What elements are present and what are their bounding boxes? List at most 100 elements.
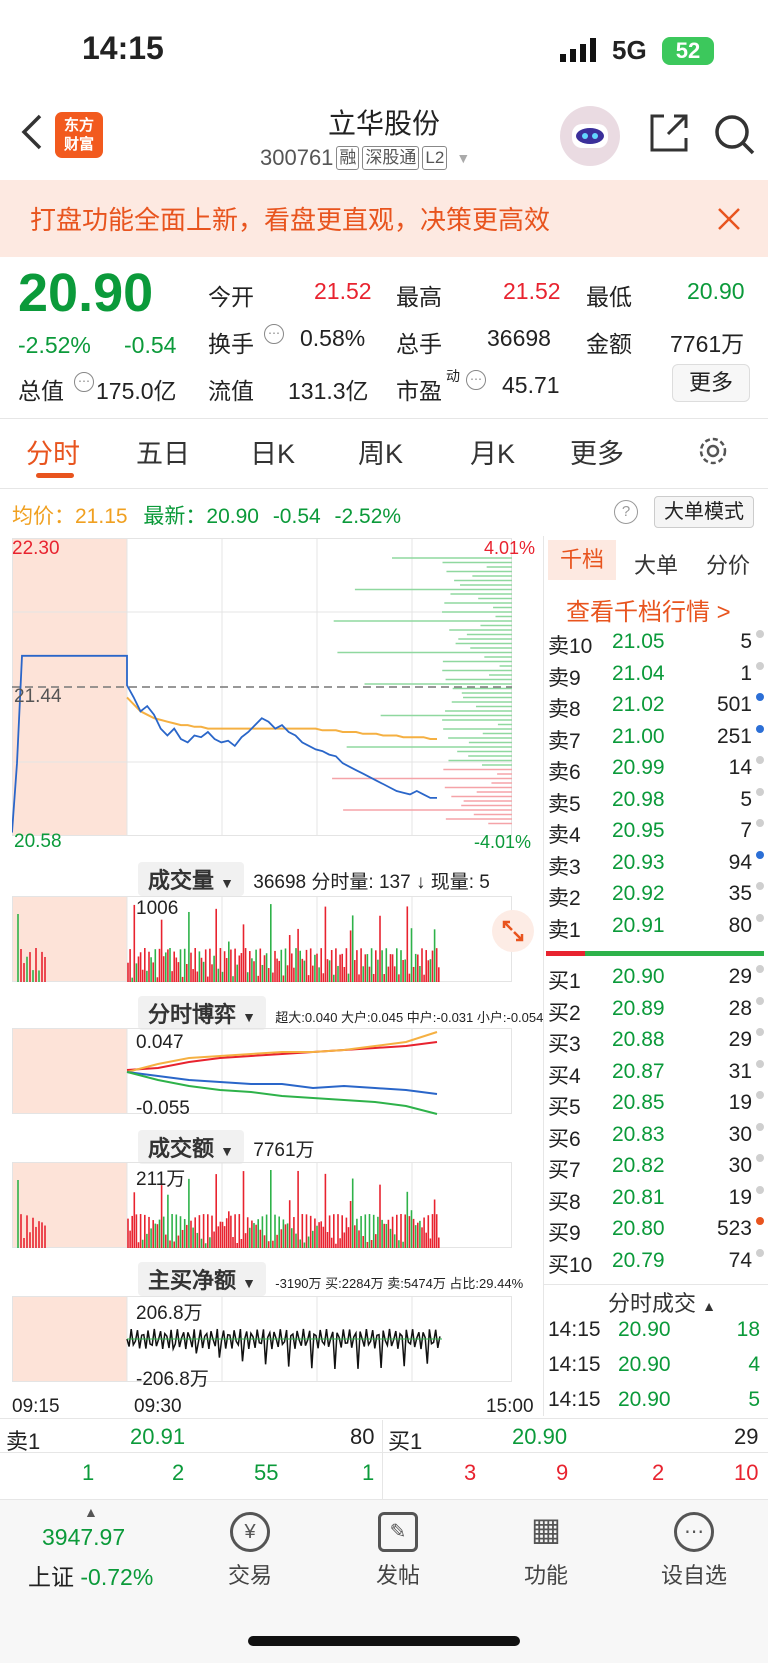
signal-icon [560,38,600,62]
trades-header[interactable]: 分时成交 ▲ [608,1286,716,1318]
settings-gear-icon[interactable] [696,434,730,468]
bid-row[interactable]: 买3 20.88 29 [548,1028,766,1059]
activity-dot-icon [756,1028,764,1036]
level-price: 21.00 [612,724,665,748]
nav-post[interactable]: ✎ 发帖 [338,1512,458,1590]
bid-row[interactable]: 买8 20.81 19 [548,1185,766,1217]
game-selector[interactable]: 分时博弈 ▼ [138,996,266,1030]
game-top-label: 0.047 [136,1032,184,1053]
tab-daily-k[interactable]: 日K [250,432,295,471]
close-icon[interactable] [716,206,742,232]
tab-monthly-k[interactable]: 月K [470,432,515,471]
tab-more[interactable]: 更多 [570,432,624,471]
ask-row[interactable]: 卖10 21.05 5 [548,630,766,661]
depth-link[interactable]: 查看千档行情 > [566,592,731,627]
bid-row[interactable]: 买5 20.85 19 [548,1091,766,1122]
tab-depth[interactable]: 千档 [548,540,616,580]
level-volume: 7 [740,819,752,842]
index-value[interactable]: 3947.97 [42,1524,125,1551]
ask-row[interactable]: 卖3 20.93 94 [548,850,766,882]
l1-bid-price: 20.90 [512,1424,568,1449]
more-button[interactable]: 更多 [672,364,750,402]
level-label: 买10 [548,1253,593,1277]
ask-row[interactable]: 卖6 20.99 14 [548,756,766,787]
amount-chart[interactable] [12,1162,542,1256]
trade-volume: 18 [736,1318,760,1341]
divider [0,1418,768,1419]
assistant-avatar-icon[interactable] [560,106,620,166]
level-volume: 5 [740,630,752,653]
bid-row[interactable]: 买9 20.80 523 [548,1217,766,1248]
search-icon[interactable] [712,112,756,156]
level-volume: 14 [728,756,752,779]
level-label: 买6 [548,1127,581,1151]
tab-intraday[interactable]: 分时 [26,432,80,471]
volume-header: 成交量 ▼ 36698 分时量: 137 ↓ 现量: 5 [138,862,490,896]
bid-row[interactable]: 买7 20.82 30 [548,1154,766,1185]
trade-volume: 5 [748,1388,760,1411]
divider [544,1284,768,1285]
info-icon[interactable]: ⋯ [264,324,284,344]
stock-code-line[interactable]: 300761 融 深股通 L2 ▼ [260,145,470,171]
ask-row[interactable]: 卖2 20.92 35 [548,882,766,913]
activity-dot-icon [756,1091,764,1099]
bid-row[interactable]: 买10 20.79 74 [548,1248,766,1280]
info-icon[interactable]: ⋯ [466,370,486,390]
l1-ask-vol: 80 [350,1424,375,1449]
tab-big-order[interactable]: 大单 [634,548,678,580]
amount-selector[interactable]: 成交额 ▼ [138,1130,244,1164]
share-icon[interactable] [646,110,692,156]
nav-function[interactable]: ▦ 功能 [486,1512,606,1590]
level-volume: 31 [728,1059,752,1083]
nav-watchlist[interactable]: ⋯ 设自选 [634,1512,754,1590]
banner-text: 打盘功能全面上新，看盘更直观，决策更高效 [30,205,551,235]
info-icon[interactable]: ⋯ [74,372,94,392]
level-volume: 19 [728,1185,752,1209]
ask-row[interactable]: 卖1 20.91 80 [548,913,766,945]
volume-total: 36698 [253,872,307,893]
volume-selector[interactable]: 成交量 ▼ [138,862,244,896]
index-line[interactable]: 上证 -0.72% [28,1558,153,1592]
amount-value: 7761万 [670,331,745,357]
activity-dot-icon [756,1059,764,1068]
avg-value: 21.15 [75,505,128,528]
tab-price-dist[interactable]: 分价 [706,548,750,580]
nav-trade[interactable]: ¥ 交易 [190,1512,310,1590]
change-value: -0.54 [124,332,177,358]
divider [0,488,768,489]
bid-row[interactable]: 买6 20.83 30 [548,1122,766,1154]
game-chart[interactable] [12,1028,542,1122]
ask-row[interactable]: 卖5 20.98 5 [548,787,766,819]
level-price: 20.85 [612,1091,665,1114]
mcap-value: 175.0亿 [96,378,177,404]
bid-row[interactable]: 买1 20.90 29 [548,965,766,996]
pe-label: 市盈 [396,378,442,404]
intraday-price-chart[interactable] [12,538,542,854]
amount-label: 成交额 [148,1136,215,1161]
help-icon[interactable]: ? [614,500,638,524]
level-volume: 1 [740,661,752,685]
ask-row[interactable]: 卖4 20.95 7 [548,819,766,850]
volume-chart[interactable] [12,896,542,990]
ask-row[interactable]: 卖7 21.00 251 [548,724,766,756]
netbuy-selector[interactable]: 主买净额 ▼ [138,1262,266,1296]
grid-icon: ▦ [530,1511,562,1547]
bid-row[interactable]: 买2 20.89 28 [548,996,766,1028]
ask-row[interactable]: 卖8 21.02 501 [548,693,766,724]
level-volume: 28 [728,996,752,1020]
activity-dot-icon [756,1248,764,1257]
big-order-mode-button[interactable]: 大单模式 [654,496,754,528]
tab-five-day[interactable]: 五日 [136,432,190,471]
tab-weekly-k[interactable]: 周K [358,432,403,471]
netbuy-chart[interactable] [12,1296,542,1390]
expand-icon[interactable] [492,910,534,952]
open-value: 21.52 [314,278,372,304]
volume-max-label: 1006 [136,898,179,919]
activity-dot-icon [756,661,764,670]
game-bottom-label: -0.055 [136,1098,190,1119]
ask-row[interactable]: 卖9 21.04 1 [548,661,766,693]
activity-dot-icon [756,693,764,701]
bid-row[interactable]: 买4 20.87 31 [548,1059,766,1091]
level-price: 20.89 [612,996,665,1020]
level-volume: 29 [728,965,752,988]
